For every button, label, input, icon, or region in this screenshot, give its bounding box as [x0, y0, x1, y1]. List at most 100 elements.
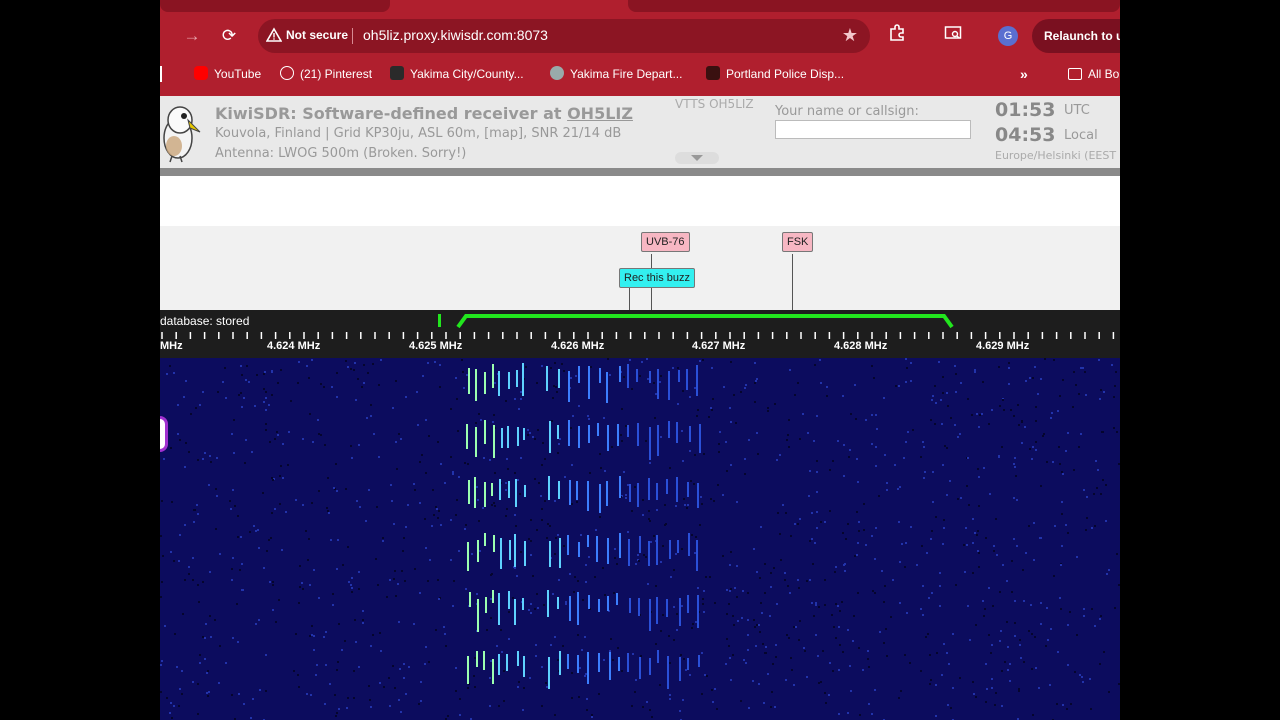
profile-avatar[interactable]: G: [998, 26, 1018, 46]
noise-dot: [1061, 545, 1063, 547]
noise-dot: [1062, 473, 1064, 475]
noise-dot: [204, 452, 206, 454]
not-secure-label[interactable]: Not secure: [286, 28, 348, 42]
noise-dot: [572, 415, 574, 417]
bookmarks-overflow-button[interactable]: »: [1020, 62, 1028, 86]
noise-dot: [775, 644, 777, 646]
warning-triangle-icon[interactable]: [265, 27, 283, 43]
dx-label-fsk[interactable]: FSK: [782, 232, 814, 252]
signal-streak: [638, 598, 640, 616]
bookmark-pinterest[interactable]: (21) Pinterest: [280, 62, 372, 86]
noise-dot: [700, 496, 702, 498]
noise-dot: [192, 681, 194, 683]
dx-label-rec-buzz[interactable]: Rec this buzz: [619, 268, 696, 288]
noise-dot: [983, 615, 985, 617]
callsign-input[interactable]: [775, 120, 971, 139]
noise-dot: [794, 523, 796, 525]
noise-dot: [669, 698, 671, 700]
noise-dot: [653, 382, 655, 384]
waterfall-display[interactable]: [160, 358, 1120, 720]
noise-dot: [974, 369, 976, 371]
passband-indicator[interactable]: [160, 310, 1120, 330]
noise-dot: [929, 654, 931, 656]
noise-dot: [725, 663, 727, 665]
noise-dot: [664, 504, 666, 506]
browser-tab-left[interactable]: [160, 0, 390, 12]
signal-streak: [688, 533, 690, 556]
signal-streak: [492, 590, 494, 603]
noise-dot: [425, 547, 427, 549]
noise-dot: [753, 619, 755, 621]
noise-dot: [311, 625, 313, 627]
tab-search-icon[interactable]: [942, 24, 964, 46]
noise-dot: [489, 677, 491, 679]
noise-dot: [798, 639, 800, 641]
noise-dot: [160, 691, 162, 693]
bookmark-yakima-city[interactable]: Yakima City/County...: [390, 62, 524, 86]
noise-dot: [756, 378, 758, 380]
noise-dot: [302, 438, 304, 440]
signal-streak: [599, 484, 601, 513]
signal-streak: [598, 653, 600, 672]
noise-dot: [892, 579, 894, 581]
collapse-toggle[interactable]: [675, 152, 719, 164]
noise-dot: [351, 591, 353, 593]
noise-dot: [408, 666, 410, 668]
bookmark-star-icon[interactable]: ★: [842, 25, 858, 46]
noise-dot: [1106, 573, 1108, 575]
frequency-scale[interactable]: database: stored MHz 4.624 MHz 4.625 MHz…: [160, 310, 1120, 358]
spectrum-area[interactable]: [160, 176, 1120, 226]
bookmark-portland-police[interactable]: Portland Police Disp...: [706, 62, 844, 86]
noise-dot: [992, 605, 994, 607]
noise-dot: [772, 663, 774, 665]
address-bar[interactable]: Not secure oh5liz.proxy.kiwisdr.com:8073…: [258, 19, 870, 53]
noise-dot: [192, 557, 194, 559]
signal-streak: [618, 657, 620, 671]
station-link[interactable]: OH5LIZ: [567, 104, 633, 123]
signal-streak: [696, 365, 698, 396]
noise-dot: [185, 442, 187, 444]
noise-dot: [538, 482, 540, 484]
noise-dot: [1016, 545, 1018, 547]
noise-dot: [979, 414, 981, 416]
signal-streak: [484, 533, 486, 546]
noise-dot: [236, 603, 238, 605]
noise-dot: [1054, 525, 1056, 527]
noise-dot: [1072, 406, 1074, 408]
noise-dot: [745, 384, 747, 386]
browser-tab-right[interactable]: [628, 0, 1120, 12]
reload-icon[interactable]: ⟳: [217, 24, 241, 48]
noise-dot: [252, 698, 254, 700]
relaunch-button[interactable]: Relaunch to u: [1032, 19, 1120, 53]
noise-dot: [395, 441, 397, 443]
forward-icon[interactable]: →: [180, 24, 204, 48]
noise-dot: [173, 705, 175, 707]
noise-dot: [308, 377, 310, 379]
noise-dot: [794, 394, 796, 396]
noise-dot: [991, 687, 993, 689]
noise-dot: [798, 587, 800, 589]
all-bookmarks-button[interactable]: All Bo: [1068, 62, 1119, 86]
bookmark-youtube[interactable]: YouTube: [194, 62, 261, 86]
signal-streak: [515, 479, 517, 507]
extensions-icon[interactable]: [886, 24, 908, 46]
noise-dot: [219, 553, 221, 555]
noise-dot: [555, 386, 557, 388]
noise-dot: [353, 670, 355, 672]
noise-dot: [843, 444, 845, 446]
noise-dot: [534, 438, 536, 440]
noise-dot: [928, 597, 930, 599]
noise-dot: [711, 367, 713, 369]
dx-label-uvb76[interactable]: UVB-76: [641, 232, 690, 252]
bookmark-yakima-fire[interactable]: Yakima Fire Depart...: [550, 62, 682, 86]
side-panel-handle[interactable]: [160, 416, 168, 452]
noise-dot: [959, 677, 961, 679]
noise-dot: [660, 630, 662, 632]
noise-dot: [655, 585, 657, 587]
noise-dot: [701, 503, 703, 505]
noise-dot: [308, 538, 310, 540]
noise-dot: [491, 504, 493, 506]
url-text[interactable]: oh5liz.proxy.kiwisdr.com:8073: [363, 27, 548, 43]
noise-dot: [923, 446, 925, 448]
signal-streak: [696, 540, 698, 571]
